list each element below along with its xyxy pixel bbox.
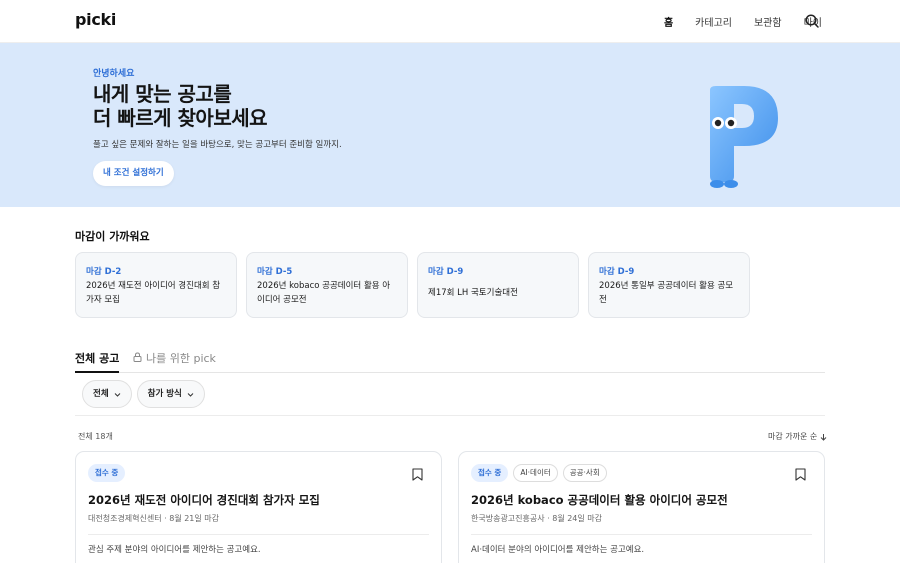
bookmark-icon[interactable] xyxy=(795,468,806,481)
filter-method-dropdown[interactable]: 참가 방식 xyxy=(136,380,205,408)
deadline-card[interactable]: 마감 D-9 제17회 LH 국토기술대전 xyxy=(417,252,579,318)
deadline-section-title: 마감이 가까워요 xyxy=(75,230,150,243)
deadline-card[interactable]: 마감 D-5 2026년 kobaco 공공데이터 활용 아 이디어 공모전 xyxy=(246,252,408,318)
search-icon[interactable] xyxy=(804,13,820,29)
deadline-title-line2: 이디어 공모전 xyxy=(257,295,307,305)
deadline-title-line1: 2026년 통일부 공공데이터 활용 공모 xyxy=(599,281,734,291)
hero-title-line2: 더 빠르게 찾아보세요 xyxy=(93,106,268,130)
status-badge: 접수 중 xyxy=(88,464,126,482)
mascot-p-illustration xyxy=(710,86,778,188)
deadline-badge: 마감 D-2 xyxy=(86,267,122,277)
nav-category[interactable]: 카테고리 xyxy=(695,14,732,29)
bookmark-icon[interactable] xyxy=(412,468,423,481)
status-badge: 접수 중 xyxy=(471,464,509,482)
listing-tabs: 전체 공고 나를 위한 pick xyxy=(75,350,825,373)
job-description: AI·데이터 분야의 아이디어를 제안하는 공고예요. xyxy=(471,545,645,555)
chevron-down-icon xyxy=(187,392,194,397)
deadline-card[interactable]: 마감 D-9 2026년 통일부 공공데이터 활용 공모 전 xyxy=(588,252,750,318)
filter-method-label: 참가 방식 xyxy=(147,389,182,399)
job-title: 2026년 재도전 아이디어 경진대회 참가자 모집 xyxy=(88,493,320,507)
filter-bar: 전체 참가 방식 xyxy=(82,380,210,408)
sort-label: 마감 가까운 순 xyxy=(768,432,818,441)
job-meta: 한국방송광고진흥공사 · 8월 24일 마감 xyxy=(471,514,603,523)
divider xyxy=(75,415,825,416)
app-logo[interactable]: picki xyxy=(75,10,116,29)
category-tag: 공공·사회 xyxy=(562,464,607,482)
job-card[interactable]: 접수 중 AI·데이터 공공·사회 2026년 kobaco 공공데이터 활용 … xyxy=(458,451,825,563)
divider xyxy=(471,534,812,535)
deadline-badge: 마감 D-9 xyxy=(599,267,635,277)
sort-dropdown[interactable]: 마감 가까운 순 xyxy=(768,431,827,442)
tag-list: 접수 중 AI·데이터 공공·사회 xyxy=(471,464,612,482)
arrow-down-icon xyxy=(820,433,827,441)
deadline-title-line2: 가자 모집 xyxy=(86,295,120,305)
deadline-title-line1: 2026년 kobaco 공공데이터 활용 아 xyxy=(257,281,391,291)
deadline-title-line1: 제17회 LH 국토기술대전 xyxy=(428,288,518,298)
deadline-title-line2: 전 xyxy=(599,295,607,305)
tab-all-listings[interactable]: 전체 공고 xyxy=(75,350,120,373)
divider xyxy=(88,534,429,535)
filter-all-label: 전체 xyxy=(93,389,109,399)
hero-title: 내게 맞는 공고를 더 빠르게 찾아보세요 xyxy=(93,82,268,130)
main-nav: 홈 카테고리 보관함 마이 xyxy=(642,14,822,29)
lock-icon xyxy=(133,352,142,362)
nav-home[interactable]: 홈 xyxy=(664,14,673,29)
chevron-down-icon xyxy=(114,392,120,397)
deadline-badge: 마감 D-9 xyxy=(428,267,464,277)
hero-subtitle: 풀고 싶은 문제와 잘하는 일을 바탕으로, 맞는 공고부터 준비함 일까지. xyxy=(93,140,342,150)
result-count: 전체 18개 xyxy=(78,432,113,441)
job-meta: 대전청조경제혁신센터 · 8월 21일 마감 xyxy=(88,514,220,523)
deadline-card[interactable]: 마감 D-2 2026년 재도전 아이디어 경진대회 참 가자 모집 xyxy=(75,252,237,318)
hero-greeting: 안녕하세요 xyxy=(93,69,135,79)
job-card[interactable]: 접수 중 2026년 재도전 아이디어 경진대회 참가자 모집 대전청조경제혁신… xyxy=(75,451,442,563)
job-title: 2026년 kobaco 공공데이터 활용 아이디어 공모전 xyxy=(471,493,728,507)
tab-pick-for-me[interactable]: 나를 위한 pick xyxy=(133,350,216,373)
set-conditions-button[interactable]: 내 조건 설정하기 xyxy=(93,161,174,186)
nav-saved[interactable]: 보관함 xyxy=(754,14,782,29)
hero-title-line1: 내게 맞는 공고를 xyxy=(93,82,232,106)
tag-list: 접수 중 xyxy=(88,464,130,482)
category-tag: AI·데이터 xyxy=(513,464,558,482)
job-description: 관심 주제 분야의 아이디어를 제안하는 공고예요. xyxy=(88,545,261,555)
top-header: picki 홈 카테고리 보관함 마이 xyxy=(0,0,900,43)
deadline-badge: 마감 D-5 xyxy=(257,267,293,277)
deadline-title-line1: 2026년 재도전 아이디어 경진대회 참 xyxy=(86,281,221,291)
filter-all-dropdown[interactable]: 전체 xyxy=(82,380,132,408)
tab-pick-label: 나를 위한 pick xyxy=(146,352,216,365)
